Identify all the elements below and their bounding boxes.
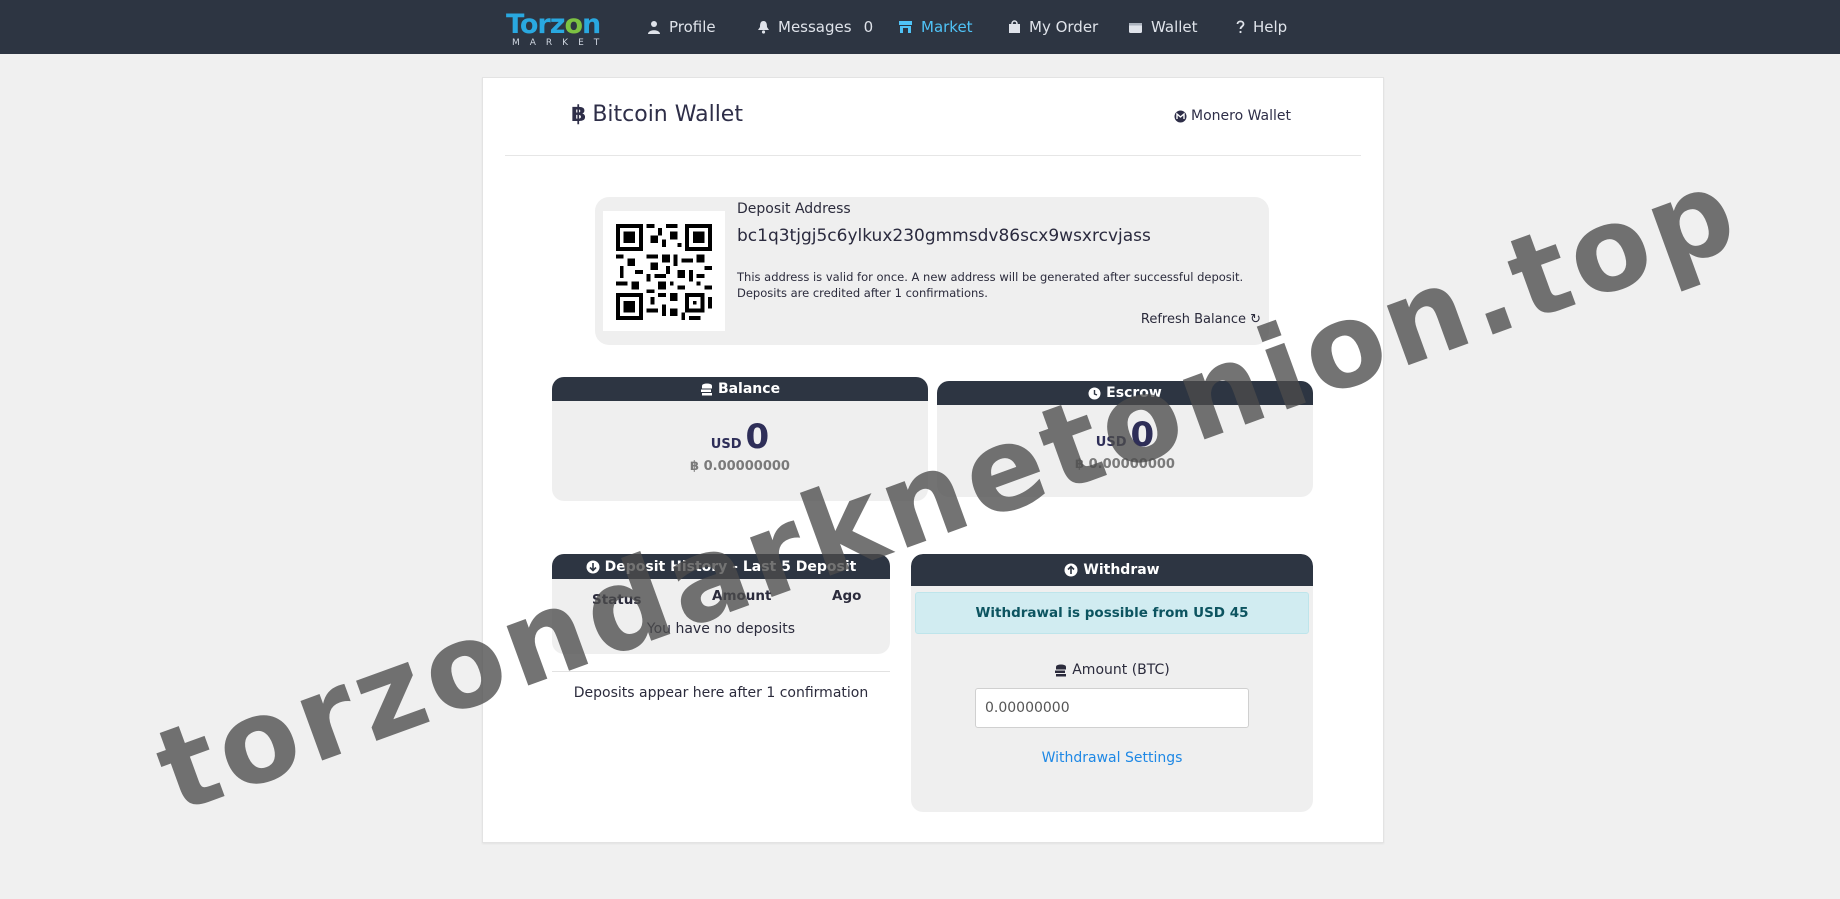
nav-my-order-label: My Order [1029, 18, 1099, 36]
nav-wallet[interactable]: Wallet [1128, 0, 1198, 54]
withdraw-minimum-alert: Withdrawal is possible from USD 45 [915, 592, 1309, 634]
logo-text: Torzon [506, 9, 601, 40]
nav-profile-label: Profile [669, 18, 716, 36]
deposit-confirmations-note: Deposits are credited after 1 confirmati… [737, 286, 988, 300]
deposit-history-panel: Deposit History - Last 5 Deposit Status … [552, 554, 890, 654]
balance-usd: USD 0 [552, 417, 928, 457]
bag-icon [1009, 20, 1020, 33]
escrow-usd: USD 0 [937, 415, 1313, 455]
wallet-card: ฿ Bitcoin Wallet Monero Wallet Deposit A… [482, 77, 1384, 843]
escrow-header: Escrow [937, 381, 1313, 405]
question-icon [1236, 20, 1245, 34]
deposit-qr-code [603, 211, 725, 331]
deposit-address-panel: Deposit Address bc1q3tjgj5c6ylkux230gmms… [595, 197, 1269, 345]
monero-wallet-link[interactable]: Monero Wallet [1174, 108, 1291, 124]
clock-icon [1088, 387, 1101, 399]
refresh-balance-link[interactable]: Refresh Balance ↻ [1141, 312, 1261, 327]
user-icon [648, 21, 660, 34]
column-ago: Ago [832, 588, 862, 604]
top-navbar: Torzon MARKET Profile Messages 0 Market … [0, 0, 1840, 54]
escrow-usd-value: 0 [1130, 415, 1155, 455]
escrow-title: Escrow [1106, 385, 1162, 401]
balance-currency: USD [710, 437, 742, 452]
nav-market-label: Market [921, 18, 973, 36]
deposit-validity-note: This address is valid for once. A new ad… [737, 270, 1244, 284]
bitcoin-icon: ฿ [571, 102, 587, 127]
balance-panel: Balance USD 0 ฿ 0.00000000 [552, 377, 928, 501]
deposit-history-title: Deposit History - Last 5 Deposit [604, 558, 857, 575]
withdraw-panel: Withdraw Withdrawal is possible from USD… [911, 554, 1313, 812]
nav-messages[interactable]: Messages 0 [757, 0, 873, 54]
nav-messages-label: Messages [778, 18, 852, 36]
withdraw-header: Withdraw [911, 554, 1313, 586]
coins-icon [700, 383, 712, 395]
arrow-down-circle-icon [586, 560, 600, 573]
nav-market[interactable]: Market [898, 0, 973, 54]
column-status: Status [592, 592, 642, 608]
escrow-panel: Escrow USD 0 ฿ 0.00000000 [937, 381, 1313, 497]
coins-icon [1055, 664, 1067, 676]
column-amount: Amount [712, 588, 772, 604]
deposit-address-label: Deposit Address [737, 201, 851, 217]
withdraw-amount-label: Amount (BTC) [911, 662, 1313, 678]
messages-count-badge: 0 [863, 18, 874, 36]
deposit-history-header: Deposit History - Last 5 Deposit [552, 554, 890, 579]
deposit-history-note: Deposits appear here after 1 confirmatio… [573, 685, 869, 701]
bell-icon [758, 21, 769, 34]
qr-code-icon [616, 224, 712, 320]
deposit-address-value[interactable]: bc1q3tjgj5c6ylkux230gmmsdv86scx9wsxrcvja… [737, 226, 1151, 246]
monero-icon [1174, 110, 1187, 122]
nav-help-label: Help [1253, 18, 1288, 36]
withdraw-amount-input[interactable] [975, 688, 1249, 728]
withdraw-amount-label-text: Amount (BTC) [1072, 662, 1170, 678]
balance-header: Balance [552, 377, 928, 401]
nav-my-order[interactable]: My Order [1008, 0, 1098, 54]
history-divider [552, 671, 890, 672]
escrow-currency: USD [1095, 435, 1127, 450]
balance-usd-value: 0 [745, 417, 770, 457]
escrow-btc-value: ฿ 0.00000000 [1075, 457, 1175, 472]
deposit-history-empty: You have no deposits [646, 621, 796, 637]
balance-title: Balance [717, 381, 781, 397]
nav-help[interactable]: Help [1236, 0, 1287, 54]
withdrawal-settings-link[interactable]: Withdrawal Settings [911, 750, 1313, 766]
nav-wallet-label: Wallet [1151, 18, 1198, 36]
store-icon [899, 21, 912, 33]
page-title: ฿ Bitcoin Wallet [571, 102, 743, 127]
torzon-logo[interactable]: Torzon MARKET [506, 9, 610, 49]
monero-wallet-label: Monero Wallet [1190, 108, 1291, 124]
nav-profile[interactable]: Profile [647, 0, 716, 54]
balance-btc-value: ฿ 0.00000000 [690, 459, 790, 474]
page-title-text: Bitcoin Wallet [592, 102, 743, 127]
header-divider [505, 155, 1361, 156]
logo-subtitle: MARKET [512, 38, 610, 48]
arrow-up-circle-icon [1064, 563, 1078, 577]
withdraw-title: Withdraw [1083, 562, 1160, 578]
wallet-icon [1129, 22, 1142, 33]
